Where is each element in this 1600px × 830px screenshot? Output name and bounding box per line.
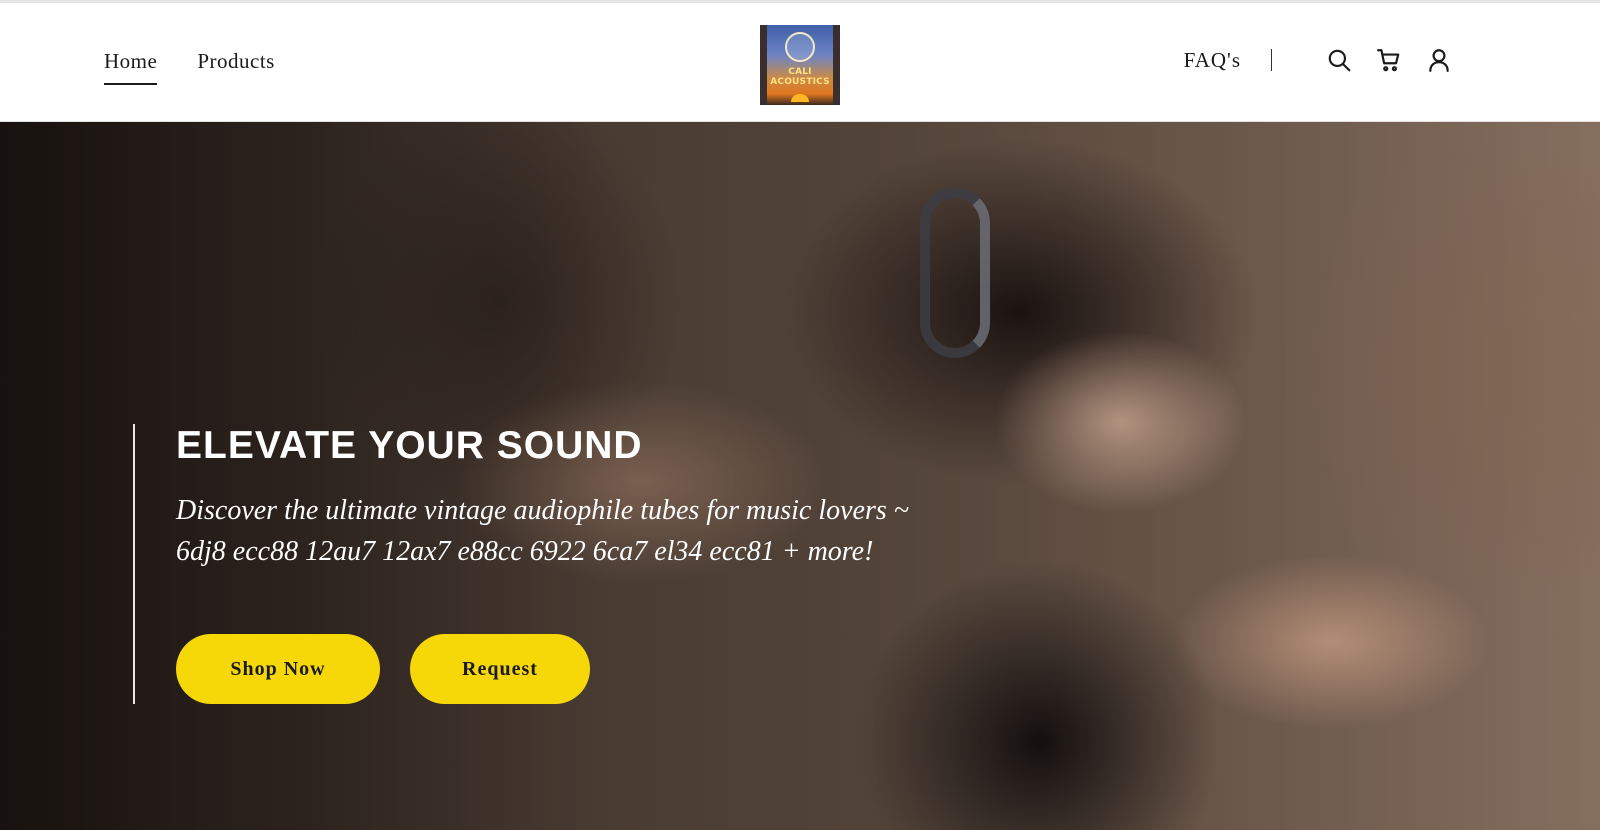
hero-accent-line — [133, 424, 135, 704]
hero-image-overlay — [0, 122, 1600, 830]
logo-text-line2: ACOUSTICS — [770, 77, 830, 87]
hero-title: ELEVATE YOUR SOUND — [176, 424, 643, 467]
request-button[interactable]: Request — [410, 634, 590, 704]
headphones-image — [920, 188, 990, 358]
sunset-icon — [791, 94, 809, 102]
hero-subtitle: Discover the ultimate vintage audiophile… — [176, 495, 909, 567]
logo-text-line1: CALI — [788, 67, 812, 77]
headphone-emblem-icon — [785, 32, 815, 62]
header-actions: FAQ's — [1184, 47, 1452, 73]
nav-home-link[interactable]: Home — [104, 49, 158, 85]
logo-text: CALI ACOUSTICS — [770, 67, 830, 87]
cart-icon[interactable] — [1376, 47, 1402, 73]
user-icon[interactable] — [1426, 47, 1452, 73]
brand-logo[interactable]: CALI ACOUSTICS — [760, 25, 840, 105]
divider — [1271, 49, 1272, 71]
faq-link[interactable]: FAQ's — [1184, 48, 1241, 73]
hero-banner — [0, 122, 1600, 830]
site-header: Home Products CALI ACOUSTICS FAQ's — [0, 0, 1600, 122]
search-icon[interactable] — [1326, 47, 1352, 73]
main-nav: Home Products — [104, 49, 275, 85]
nav-products-link[interactable]: Products — [197, 49, 275, 85]
shop-now-button[interactable]: Shop Now — [176, 634, 380, 704]
